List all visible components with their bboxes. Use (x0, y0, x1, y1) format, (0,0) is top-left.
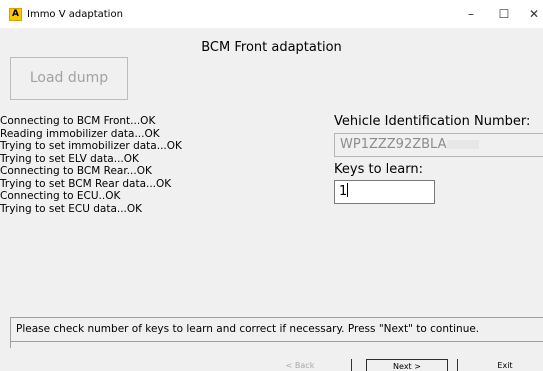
keys-to-learn-input[interactable]: 1 (334, 180, 435, 204)
exit-button[interactable]: Exit (470, 359, 540, 371)
redacted-vin-part (447, 140, 480, 149)
keys-value: 1 (339, 184, 348, 199)
text-caret (347, 183, 349, 197)
log-line: Trying to set BCM Rear data...OK (0, 177, 172, 190)
status-message: Please check number of keys to learn and… (10, 317, 543, 342)
next-button[interactable]: Next > (366, 359, 448, 371)
log-line: Reading immobilizer data...OK (0, 127, 160, 140)
log-line: Trying to set ELV data...OK (0, 152, 139, 165)
log-list: Connecting to BCM Front...OK Reading imm… (0, 115, 182, 215)
vin-value: WP1ZZZ92ZBLA (340, 137, 447, 152)
button-divider (457, 359, 458, 371)
log-line: Connecting to BCM Rear...OK (0, 165, 152, 177)
log-line: Trying to set ECU data...OK (0, 202, 143, 215)
vin-label: Vehicle Identification Number: (334, 114, 531, 129)
log-line: Connecting to BCM Front...OK (0, 115, 156, 127)
window-title: Immo V adaptation (27, 9, 123, 20)
load-dump-button[interactable]: Load dump (10, 57, 128, 100)
app-icon: A (9, 8, 22, 21)
title-bar: A Immo V adaptation – ☐ ✕ (0, 0, 543, 28)
button-divider (351, 359, 352, 371)
keys-label: Keys to learn: (334, 162, 423, 177)
close-button[interactable]: ✕ (522, 5, 543, 23)
log-line: Connecting to ECU..OK (0, 190, 121, 202)
maximize-button[interactable]: ☐ (492, 5, 516, 23)
status-box-edge (10, 342, 11, 348)
log-line: Trying to set immobilizer data...OK (0, 140, 182, 152)
minimize-button[interactable]: – (459, 5, 483, 23)
back-button[interactable]: < Back (258, 359, 342, 371)
vin-field: WP1ZZZ92ZBLA (334, 133, 543, 157)
page-heading: BCM Front adaptation (201, 40, 342, 55)
